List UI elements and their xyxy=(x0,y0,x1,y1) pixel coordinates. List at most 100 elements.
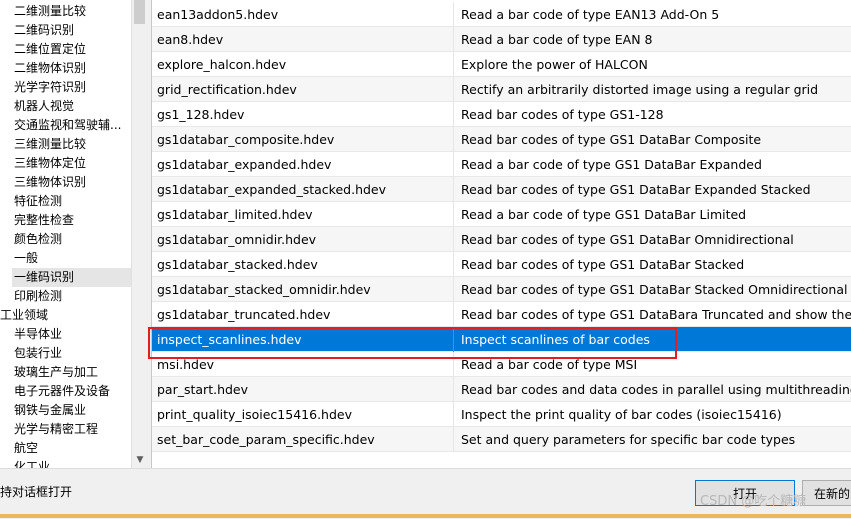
file-name: explore_halcon.hdev xyxy=(157,57,287,72)
file-description: Read bar codes and data codes in paralle… xyxy=(461,382,851,397)
scroll-down-arrow-icon[interactable]: ▼ xyxy=(132,452,148,468)
file-name: ean13addon5.hdev xyxy=(157,7,279,22)
tree-item[interactable]: 玻璃生产与加工 xyxy=(14,363,98,382)
tree-scrollbar-thumb[interactable] xyxy=(134,0,145,24)
file-description: Read a bar code of type EAN13 Add-On 5 xyxy=(461,7,720,22)
column-separator xyxy=(453,402,454,427)
column-separator xyxy=(453,77,454,102)
file-name: gs1databar_omnidir.hdev xyxy=(157,232,317,247)
tree-scrollbar[interactable]: ▼ xyxy=(131,0,148,468)
file-row[interactable]: gs1databar_truncated.hdev Read bar codes … xyxy=(152,302,851,327)
file-description: Read bar codes of type GS1 DataBar Omnid… xyxy=(461,232,794,247)
category-tree[interactable]: 二维测量比较 二维码识别 二维位置定位 二维物体识别 光学字符识别 机器人视觉 交通监视和驾… xyxy=(0,0,131,468)
tree-item[interactable]: 二维位置定位 xyxy=(14,40,86,59)
tree-item[interactable]: 半导体业 xyxy=(14,325,62,344)
file-description: Read a bar code of type GS1 DataBar Expa… xyxy=(461,157,762,172)
file-name: gs1_128.hdev xyxy=(157,107,245,122)
tree-item[interactable]: 光学字符识别 xyxy=(14,78,86,97)
file-row[interactable]: gs1databar_limited.hdev Read a bar code o… xyxy=(152,202,851,227)
column-separator xyxy=(453,377,454,402)
file-row[interactable]: gs1databar_composite.hdev Read bar codes … xyxy=(152,127,851,152)
file-name: gs1databar_expanded_stacked.hdev xyxy=(157,182,387,197)
file-description: Read bar codes of type GS1 DataBar Stack… xyxy=(461,282,848,297)
tree-item[interactable]: 包装行业 xyxy=(14,344,62,363)
file-row[interactable]: par_start.hdev Read bar codes and data co… xyxy=(152,377,851,402)
tree-item[interactable]: 化工业 xyxy=(14,458,50,468)
example-file-list[interactable]: ean13addon5.hdev Read a bar code of type … xyxy=(151,0,851,468)
tree-item[interactable]: 三维物体识别 xyxy=(14,173,86,192)
file-description: Read bar codes of type GS1 DataBara Trun… xyxy=(461,307,851,322)
file-description: Rectify an arbitrarily distorted image u… xyxy=(461,82,819,97)
column-separator xyxy=(453,352,454,377)
file-description: Read a bar code of type GS1 DataBar Limi… xyxy=(461,207,747,222)
file-row[interactable]: inspect_scanlines.hdev Inspect scanlines … xyxy=(152,327,851,352)
tree-item[interactable]: 完整性检查 xyxy=(14,211,74,230)
column-separator xyxy=(453,202,454,227)
tree-item[interactable]: 二维码识别 xyxy=(14,21,74,40)
tree-item[interactable]: 一般 xyxy=(14,249,38,268)
file-row[interactable]: ean8.hdev Read a bar code of type EAN 8 xyxy=(152,27,851,52)
file-row[interactable]: print_quality_isoiec15416.hdev Inspect th… xyxy=(152,402,851,427)
file-name: gs1databar_expanded.hdev xyxy=(157,157,332,172)
file-description: Read bar codes of type GS1-128 xyxy=(461,107,664,122)
file-description: Read bar codes of type GS1 DataBar Expan… xyxy=(461,182,811,197)
tree-item[interactable]: 一维码识别 xyxy=(12,268,131,287)
column-separator xyxy=(453,252,454,277)
tree-item[interactable]: 光学与精密工程 xyxy=(14,420,98,439)
file-row[interactable]: grid_rectification.hdev Rectify an arbitr… xyxy=(152,77,851,102)
file-row[interactable]: gs1databar_expanded.hdev Read a bar code … xyxy=(152,152,851,177)
column-separator xyxy=(453,177,454,202)
file-name: inspect_scanlines.hdev xyxy=(157,332,302,347)
tree-item[interactable]: 钢铁与金属业 xyxy=(14,401,86,420)
file-description: Read a bar code of type EAN 8 xyxy=(461,32,653,47)
file-name: grid_rectification.hdev xyxy=(157,82,297,97)
file-row[interactable]: gs1databar_stacked_omnidir.hdev Read bar … xyxy=(152,277,851,302)
tree-item[interactable]: 印刷检测 xyxy=(14,287,62,306)
tree-item[interactable]: 三维测量比较 xyxy=(14,135,86,154)
watermark: CSDN @吃个糖糖 xyxy=(700,494,807,509)
file-description: Read a bar code of type MSI xyxy=(461,357,638,372)
column-separator xyxy=(453,2,454,27)
column-separator xyxy=(453,327,454,352)
file-description: Read bar codes of type GS1 DataBar Compo… xyxy=(461,132,762,147)
column-separator xyxy=(453,27,454,52)
open-new-button[interactable]: 在新的 xyxy=(802,480,851,506)
tree-item[interactable]: 特征检测 xyxy=(14,192,62,211)
column-separator xyxy=(453,302,454,327)
file-row[interactable]: gs1_128.hdev Read bar codes of type GS1-1… xyxy=(152,102,851,127)
file-name: ean8.hdev xyxy=(157,32,224,47)
file-row[interactable]: explore_halcon.hdev Explore the power of … xyxy=(152,52,851,77)
column-separator xyxy=(453,102,454,127)
file-row[interactable]: gs1databar_stacked.hdev Read bar codes of… xyxy=(152,252,851,277)
tree-item[interactable]: 交通监视和驾驶辅... xyxy=(14,116,121,135)
column-separator xyxy=(453,427,454,452)
file-row[interactable]: ean13addon5.hdev Read a bar code of type … xyxy=(152,2,851,27)
tree-item[interactable]: 电子元器件及设备 xyxy=(14,382,110,401)
column-separator xyxy=(453,227,454,252)
file-name: gs1databar_stacked_omnidir.hdev xyxy=(157,282,371,297)
file-row[interactable]: gs1databar_omnidir.hdev Read bar codes of… xyxy=(152,227,851,252)
file-row[interactable]: gs1databar_expanded_stacked.hdev Read bar… xyxy=(152,177,851,202)
column-separator xyxy=(453,277,454,302)
file-description: Inspect the print quality of bar codes (… xyxy=(461,407,782,422)
tree-item[interactable]: 二维物体识别 xyxy=(14,59,86,78)
tree-item[interactable]: 二维测量比较 xyxy=(14,2,86,21)
tree-item[interactable]: 航空 xyxy=(14,439,38,458)
tree-item[interactable]: 颜色检测 xyxy=(14,230,62,249)
file-row[interactable]: msi.hdev Read a bar code of type MSI xyxy=(152,352,851,377)
file-row[interactable]: set_bar_code_param_specific.hdev Set and … xyxy=(152,427,851,452)
file-description: Explore the power of HALCON xyxy=(461,57,648,72)
file-description: Set and query parameters for specific ba… xyxy=(461,432,796,447)
column-separator xyxy=(453,127,454,152)
file-name: gs1databar_stacked.hdev xyxy=(157,257,318,272)
status-text: 持对话框打开 xyxy=(0,485,73,499)
tree-item[interactable]: 三维物体定位 xyxy=(14,154,86,173)
bottom-strip xyxy=(0,514,851,518)
file-name: gs1databar_composite.hdev xyxy=(157,132,335,147)
file-description: Inspect scanlines of bar codes xyxy=(461,332,650,347)
file-name: gs1databar_truncated.hdev xyxy=(157,307,331,322)
tree-category[interactable]: 工业领域 xyxy=(0,306,48,325)
column-separator xyxy=(453,152,454,177)
tree-item[interactable]: 机器人视觉 xyxy=(14,97,74,116)
file-name: set_bar_code_param_specific.hdev xyxy=(157,432,375,447)
